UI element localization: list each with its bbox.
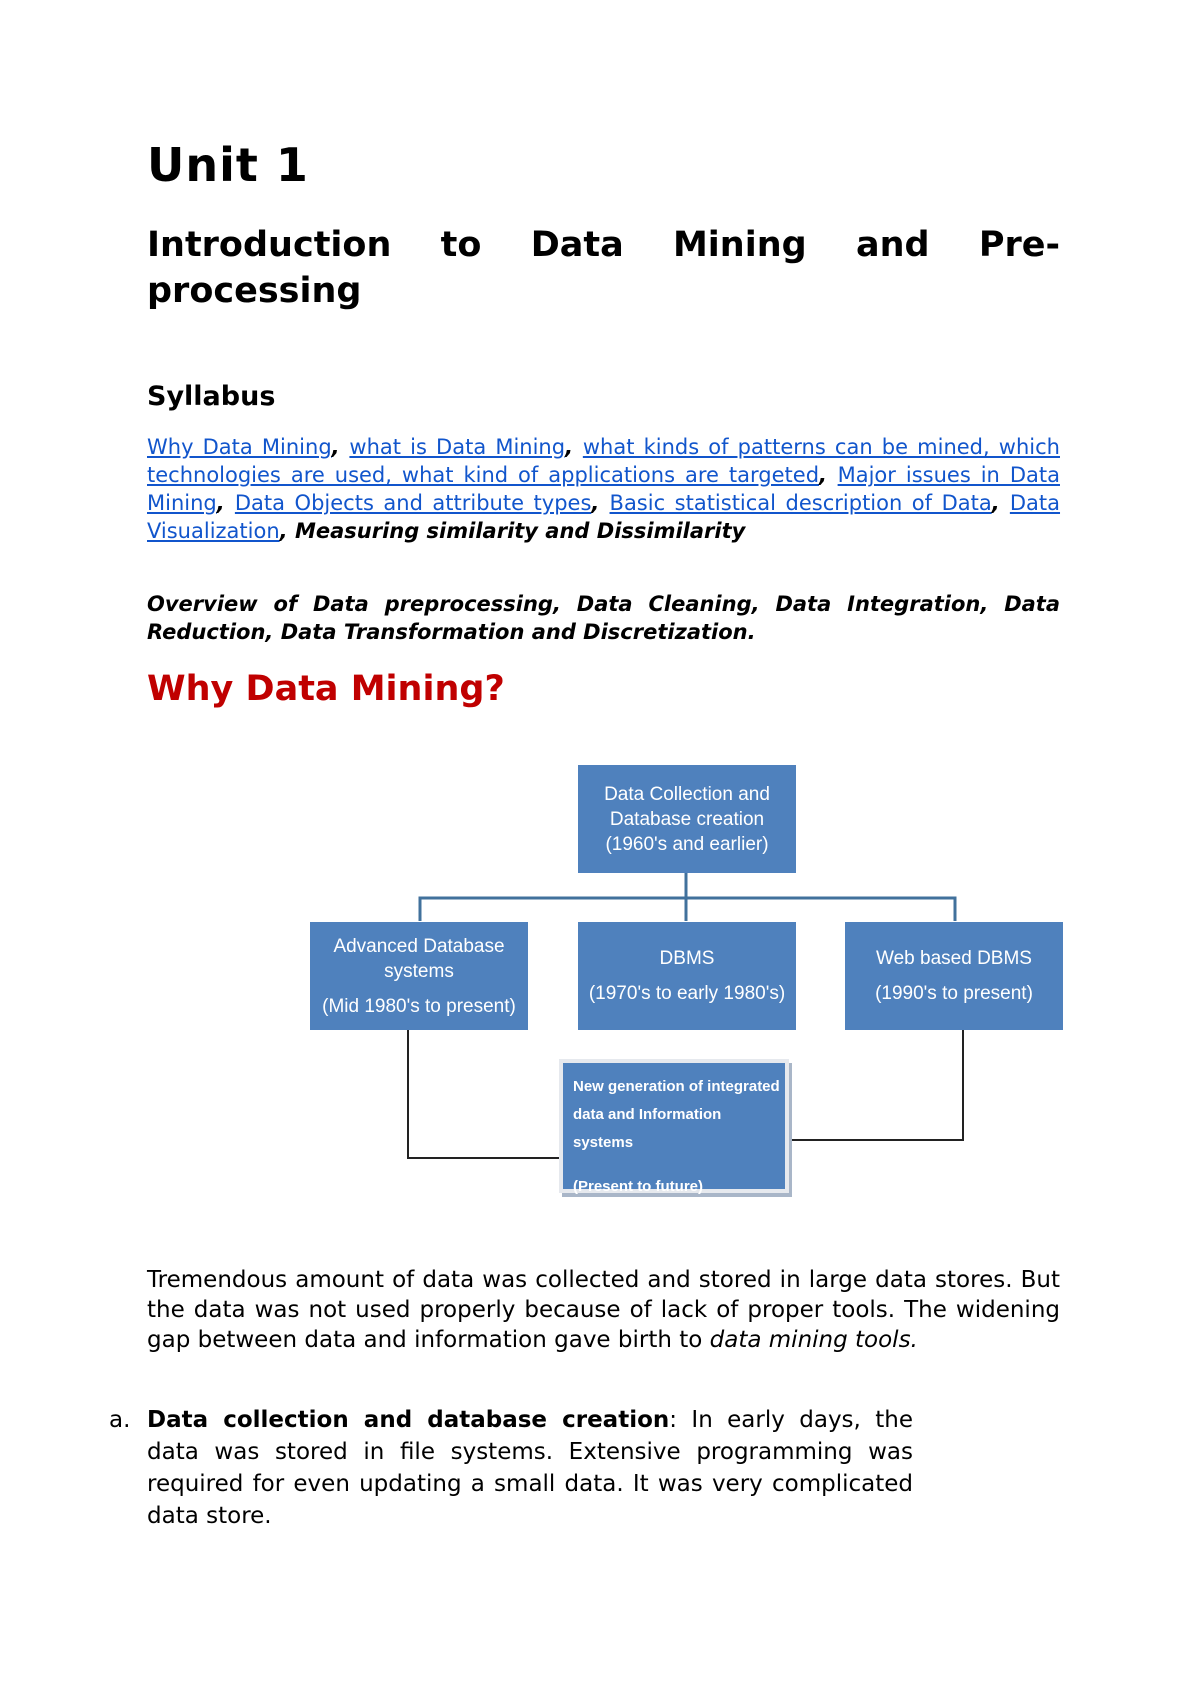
link-data-objects-attributes[interactable]: Data Objects and attribute types — [235, 491, 592, 515]
advanced-line3: (Mid 1980's to present) — [322, 995, 516, 1017]
list-marker: a. — [109, 1407, 131, 1433]
body-paragraph: Tremendous amount of data was collected … — [147, 1265, 1060, 1355]
root-line2: Database creation — [609, 808, 765, 830]
syllabus-heading: Syllabus — [147, 381, 276, 412]
link-what-is-data-mining[interactable]: what is Data Mining — [349, 435, 565, 459]
root-line1: Data Collection and — [604, 783, 770, 805]
chapter-title: Introduction to Data Mining and Pre-proc… — [147, 225, 1060, 311]
link-why-data-mining[interactable]: Why Data Mining — [147, 435, 332, 459]
root-line3: (1960's and earlier) — [605, 833, 769, 855]
separator: , — [279, 519, 295, 543]
diagram-box-advanced: Advanced Database systems (Mid 1980's to… — [310, 922, 528, 1030]
connector-advanced-to-newgen — [407, 1030, 567, 1159]
list-item-text: Data collection and database creation: I… — [147, 1404, 913, 1532]
list-item: a. Data collection and database creation… — [109, 1404, 913, 1532]
advanced-line1: Advanced Database — [333, 935, 505, 957]
web-line1: Web based DBMS — [876, 948, 1032, 969]
newgen-line1: New generation of integrated — [573, 1078, 780, 1095]
body-text: Tremendous amount of data was collected … — [147, 1267, 1060, 1353]
diagram-box-root: Data Collection and Database creation (1… — [578, 765, 796, 873]
overview-paragraph: Overview of Data preprocessing, Data Cle… — [147, 592, 1060, 644]
advanced-line2: systems — [384, 960, 454, 982]
separator: , — [331, 435, 350, 459]
separator: , — [819, 463, 838, 487]
section-heading: Why Data Mining? — [147, 669, 505, 709]
connector-branch — [418, 896, 957, 921]
newgen-line3: (Present to future) — [573, 1178, 704, 1195]
dbms-line1: DBMS — [659, 948, 715, 969]
syllabus-bold-tail: Measuring similarity and Dissimilarity — [294, 519, 746, 543]
separator: , — [991, 491, 1010, 515]
separator: , — [216, 491, 235, 515]
diagram-box-web: Web based DBMS (1990's to present) — [845, 922, 1063, 1030]
syllabus-paragraph: Why Data Mining, what is Data Mining, wh… — [147, 433, 1060, 545]
web-line2: (1990's to present) — [875, 983, 1033, 1004]
list-item-bold: Data collection and database creation — [147, 1407, 670, 1433]
connector-web-to-newgen — [786, 1030, 964, 1141]
diagram-box-dbms: DBMS (1970's to early 1980's) — [578, 922, 796, 1030]
body-italic-text: data mining tools. — [709, 1327, 918, 1353]
dbms-line2: (1970's to early 1980's) — [588, 983, 786, 1004]
newgen-line2: data and Information systems — [573, 1106, 722, 1151]
separator: , — [565, 435, 583, 459]
diagram-box-new-generation: New generation of integrated data and In… — [563, 1063, 785, 1195]
unit-title: Unit 1 — [147, 138, 309, 192]
separator: , — [591, 491, 610, 515]
link-basic-statistical-description[interactable]: Basic statistical description of Data — [610, 491, 992, 515]
